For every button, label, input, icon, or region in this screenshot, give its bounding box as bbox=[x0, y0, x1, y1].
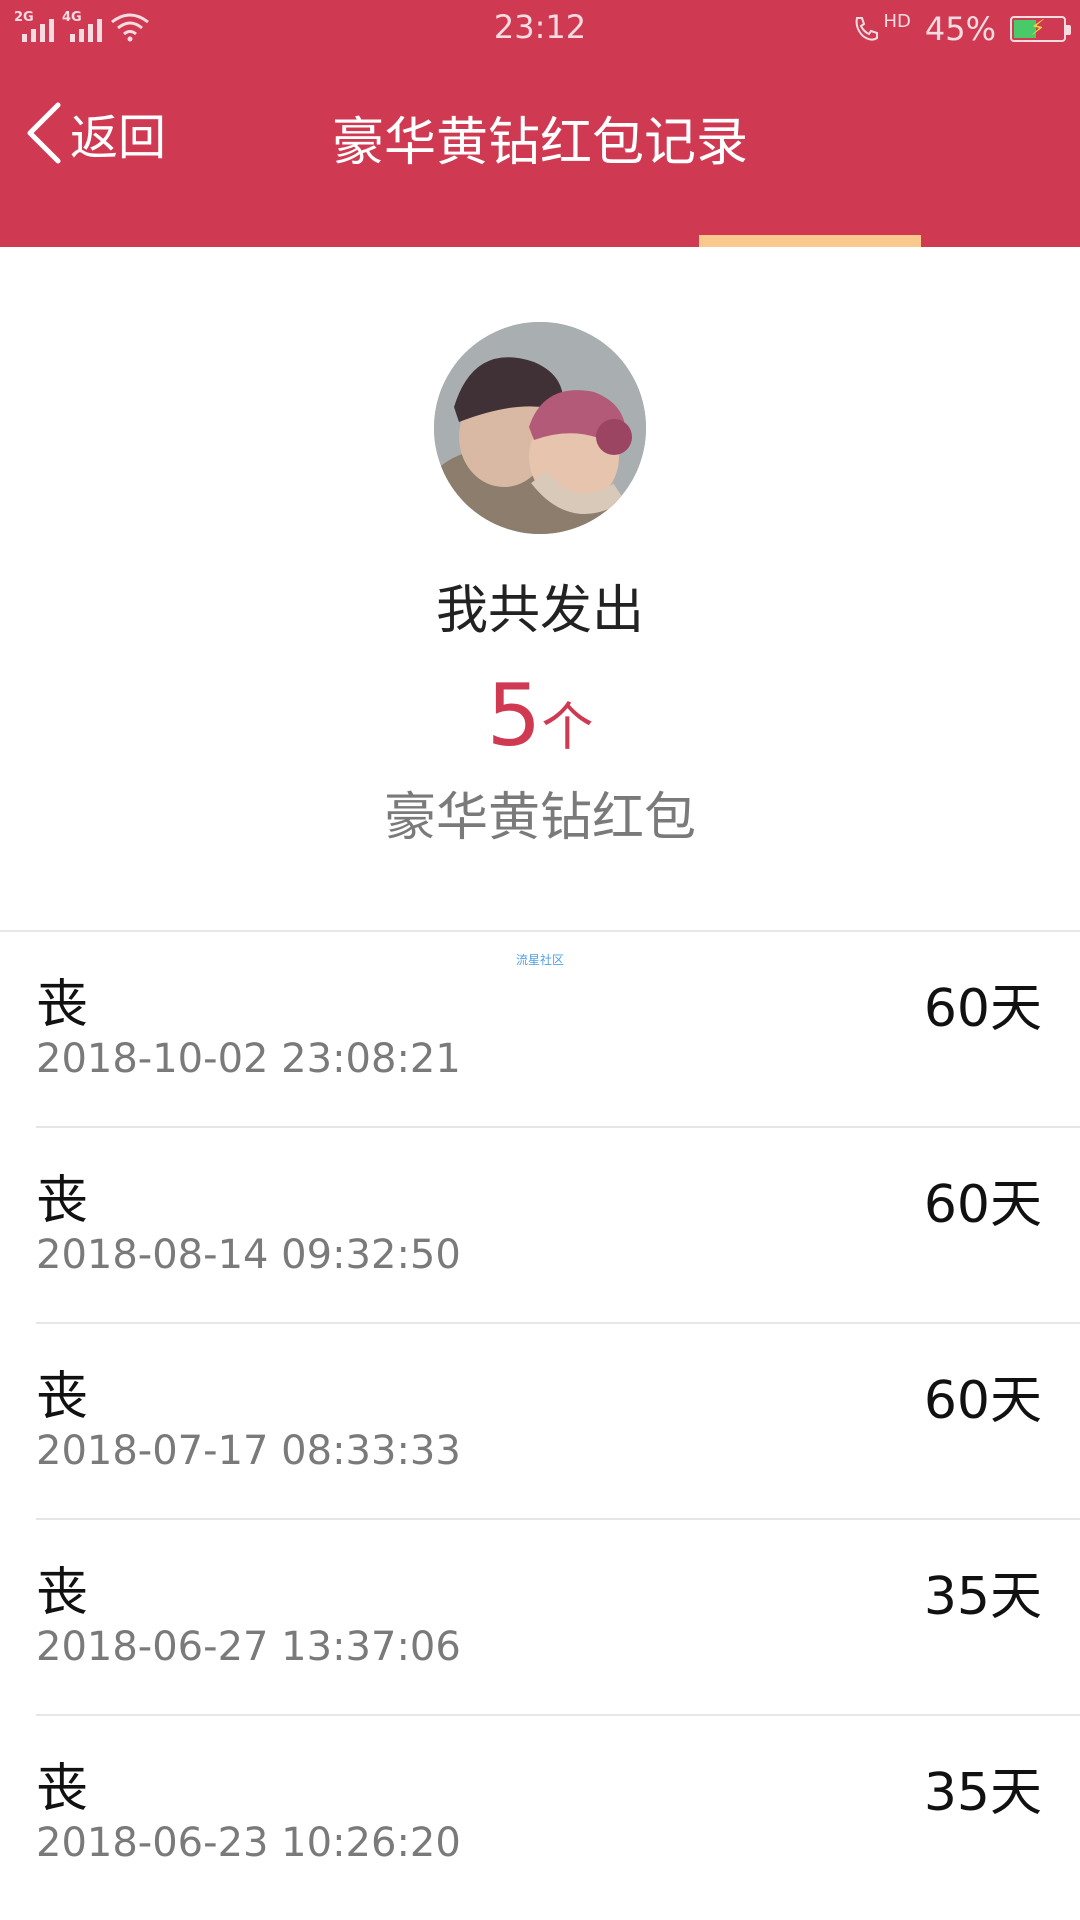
record-time: 2018-07-17 08:33:33 bbox=[36, 1428, 461, 1474]
status-right: HD 45% ⚡ bbox=[851, 10, 1071, 48]
record-duration: 35天 bbox=[923, 1567, 1042, 1627]
record-list: 丧 2018-10-02 23:08:21 60天 丧 2018-08-14 0… bbox=[0, 930, 1080, 1912]
status-bar: 2G 4G 23:12 HD 45% ⚡ bbox=[0, 0, 1080, 58]
list-item[interactable]: 丧 2018-07-17 08:33:33 60天 bbox=[0, 1324, 1080, 1520]
charging-icon: ⚡ bbox=[1030, 16, 1046, 41]
phone-icon bbox=[856, 17, 879, 41]
record-time: 2018-06-23 10:26:20 bbox=[36, 1820, 461, 1866]
record-duration: 60天 bbox=[923, 1371, 1042, 1431]
record-duration: 60天 bbox=[923, 979, 1042, 1039]
count-unit: 个 bbox=[541, 698, 594, 758]
nav-bar: 返回 豪华黄钻红包记录 bbox=[0, 80, 1080, 180]
list-item[interactable]: 丧 2018-08-14 09:32:50 60天 bbox=[0, 1128, 1080, 1324]
summary-label: 我共发出 bbox=[435, 581, 644, 641]
summary-count: 5个 bbox=[0, 666, 1080, 766]
avatar-photo bbox=[434, 322, 646, 534]
record-name: 丧 bbox=[36, 1759, 89, 1819]
record-time: 2018-08-14 09:32:50 bbox=[36, 1232, 461, 1278]
record-name: 丧 bbox=[36, 1367, 89, 1427]
list-item[interactable]: 丧 2018-06-27 13:37:06 35天 bbox=[0, 1520, 1080, 1716]
hd-label: HD bbox=[883, 10, 911, 32]
list-item[interactable]: 丧 2018-06-23 10:26:20 35天 bbox=[0, 1716, 1080, 1912]
tab-indicator bbox=[699, 235, 921, 247]
page-title: 豪华黄钻红包记录 bbox=[331, 113, 748, 173]
count-number: 5 bbox=[486, 666, 542, 766]
record-time: 2018-10-02 23:08:21 bbox=[36, 1036, 461, 1082]
battery-percent: 45% bbox=[924, 10, 996, 48]
record-duration: 35天 bbox=[923, 1763, 1042, 1823]
page: 2G 4G 23:12 HD 45% ⚡ 返回 豪华黄钻红包记录 我共发出 5个… bbox=[0, 0, 1080, 1920]
record-time: 2018-06-27 13:37:06 bbox=[36, 1624, 461, 1670]
summary-item-name: 豪华黄钻红包 bbox=[383, 788, 696, 848]
app-header: 2G 4G 23:12 HD 45% ⚡ 返回 豪华黄钻红包记录 bbox=[0, 0, 1080, 247]
record-name: 丧 bbox=[36, 1563, 89, 1623]
record-name: 丧 bbox=[36, 975, 89, 1035]
call-icon: HD bbox=[851, 10, 911, 44]
record-name: 丧 bbox=[36, 1171, 89, 1231]
watermark-text: 流星社区 bbox=[515, 953, 564, 967]
battery-icon: ⚡ bbox=[1010, 16, 1071, 42]
record-duration: 60天 bbox=[923, 1175, 1042, 1235]
avatar bbox=[434, 322, 646, 534]
